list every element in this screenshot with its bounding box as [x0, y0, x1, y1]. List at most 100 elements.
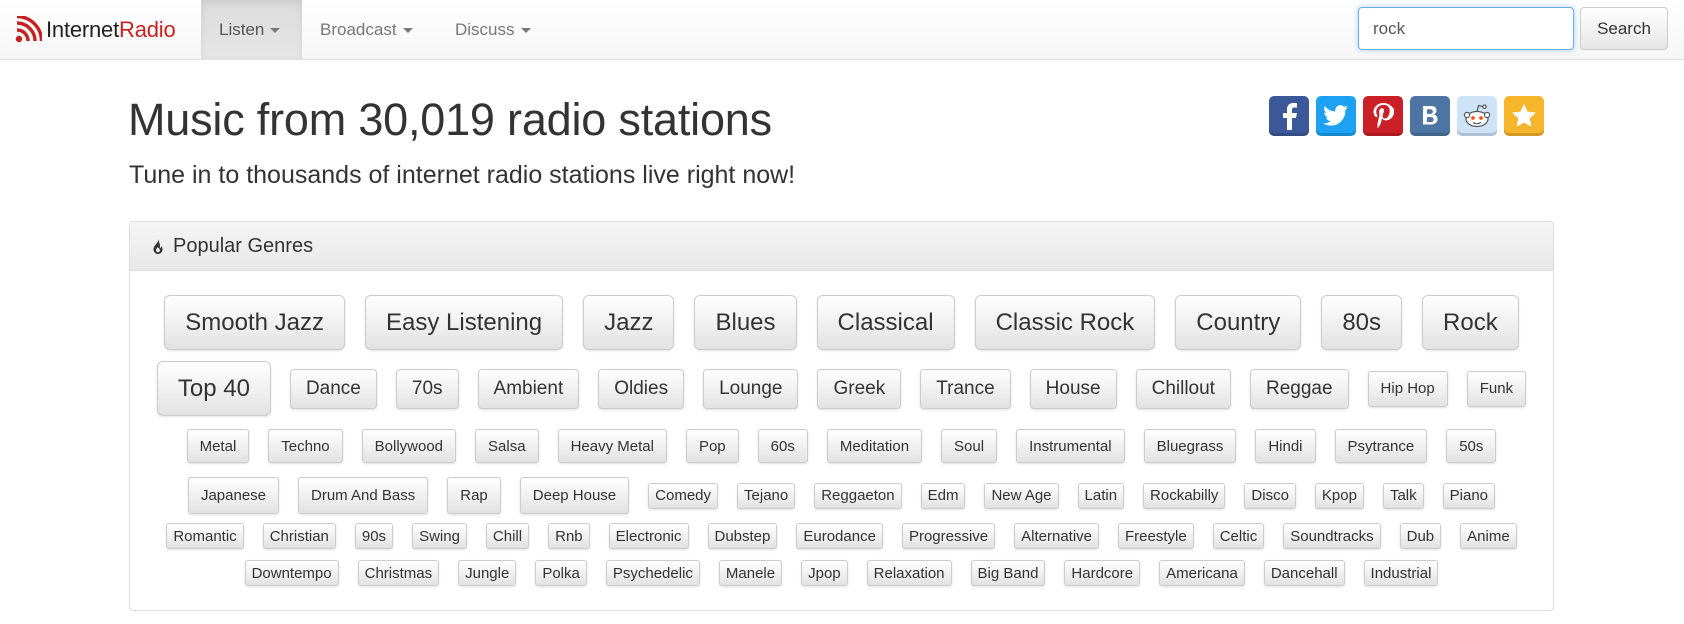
genre-button[interactable]: Talk [1382, 482, 1424, 509]
genre-button[interactable]: 80s [1321, 295, 1403, 350]
genre-button[interactable]: Bollywood [361, 429, 457, 463]
genre-button[interactable]: Big Band [970, 560, 1046, 586]
genre-button[interactable]: Jpop [801, 560, 848, 586]
genre-button[interactable]: Industrial [1363, 560, 1439, 586]
genre-button[interactable]: New Age [984, 482, 1059, 509]
genre-button[interactable]: Bluegrass [1143, 429, 1237, 463]
genre-button[interactable]: Chill [485, 523, 530, 549]
radio-waves-icon [15, 16, 42, 43]
brand-name-part1: Internet [46, 17, 120, 42]
genre-button[interactable]: Meditation [826, 429, 923, 463]
genre-button[interactable]: Eurodance [796, 523, 883, 549]
genre-button[interactable]: Christian [262, 523, 336, 549]
genre-button[interactable]: Techno [268, 429, 343, 463]
genre-row: Romantic Christian 90s Swing Chill Rnb E… [130, 523, 1553, 549]
genre-button[interactable]: 70s [395, 368, 459, 409]
genre-button[interactable]: Hindi [1255, 429, 1316, 463]
genre-button[interactable]: Soundtracks [1283, 523, 1381, 549]
favorite-star-icon[interactable] [1504, 96, 1544, 136]
genre-button[interactable]: 60s [757, 429, 808, 463]
genre-button[interactable]: Edm [920, 482, 966, 509]
genre-button[interactable]: 90s [354, 523, 394, 549]
genre-button[interactable]: Dance [289, 368, 377, 409]
genre-button[interactable]: Jungle [458, 560, 517, 586]
genre-button[interactable]: Romantic [166, 523, 244, 549]
genre-button[interactable]: Manele [718, 560, 783, 586]
genre-button[interactable]: Hardcore [1064, 560, 1141, 586]
nav-broadcast[interactable]: Broadcast [302, 0, 431, 60]
genre-button[interactable]: Easy Listening [365, 295, 564, 350]
genre-button[interactable]: Dubstep [707, 523, 778, 549]
genre-button[interactable]: Disco [1244, 482, 1296, 509]
genre-button[interactable]: Salsa [475, 429, 539, 463]
genre-button[interactable]: Reggaeton [814, 482, 902, 509]
genre-button[interactable]: Instrumental [1016, 429, 1125, 463]
genre-button[interactable]: Comedy [648, 482, 719, 509]
genre-button[interactable]: Progressive [901, 523, 996, 549]
genre-button[interactable]: Rnb [548, 523, 590, 549]
genre-button[interactable]: Psytrance [1334, 429, 1428, 463]
genre-button[interactable]: Top 40 [156, 361, 271, 416]
nav-discuss[interactable]: Discuss [437, 0, 549, 60]
genre-button[interactable]: Blues [694, 295, 797, 350]
genre-button[interactable]: Latin [1077, 482, 1125, 509]
facebook-icon[interactable] [1269, 96, 1309, 136]
share-buttons [1269, 96, 1544, 136]
genre-button[interactable]: Classical [816, 295, 955, 350]
genre-button[interactable]: Freestyle [1118, 523, 1194, 549]
genre-button[interactable]: Hip Hop [1367, 370, 1448, 407]
genre-button[interactable]: 50s [1446, 429, 1497, 463]
genre-button[interactable]: Downtempo [244, 560, 339, 586]
genre-button[interactable]: Swing [412, 523, 467, 549]
genre-button[interactable]: Alternative [1014, 523, 1100, 549]
genre-button[interactable]: Ambient [477, 368, 580, 409]
genre-row: Metal Techno Bollywood Salsa Heavy Metal… [130, 429, 1553, 463]
genre-button[interactable]: Electronic [608, 523, 689, 549]
genre-button[interactable]: Lounge [703, 368, 799, 409]
genre-button[interactable]: Psychedelic [605, 560, 700, 586]
genre-button[interactable]: Heavy Metal [557, 429, 667, 463]
genre-button[interactable]: Greek [817, 368, 902, 409]
genre-button[interactable]: Rockabilly [1143, 482, 1226, 509]
genre-button[interactable]: Classic Rock [974, 295, 1156, 350]
genre-button[interactable]: Reggae [1249, 368, 1349, 409]
search-input[interactable] [1358, 7, 1574, 50]
genre-button[interactable]: Relaxation [866, 560, 952, 586]
genre-button[interactable]: Chillout [1135, 368, 1231, 409]
genre-button[interactable]: Soul [941, 429, 998, 463]
genre-button[interactable]: Drum And Bass [298, 477, 429, 514]
genre-button[interactable]: Jazz [583, 295, 675, 350]
genre-button[interactable]: Funk [1466, 370, 1527, 407]
genre-button[interactable]: Dub [1399, 523, 1442, 549]
genre-button[interactable]: Smooth Jazz [164, 295, 346, 350]
genre-button[interactable]: Celtic [1212, 523, 1265, 549]
brand-logo[interactable]: InternetRadio [14, 12, 176, 48]
genre-button[interactable]: Anime [1460, 523, 1517, 549]
reddit-icon[interactable] [1457, 96, 1497, 136]
nav-listen[interactable]: Listen [201, 0, 302, 60]
genre-button[interactable]: Polka [535, 560, 587, 586]
genre-button[interactable]: Dancehall [1263, 560, 1345, 586]
genre-button[interactable]: Piano [1442, 482, 1496, 509]
genre-button[interactable]: Japanese [187, 477, 280, 514]
twitter-icon[interactable] [1316, 96, 1356, 136]
genre-button[interactable]: Tejano [737, 482, 796, 509]
genre-button[interactable]: Country [1175, 295, 1302, 350]
genre-button[interactable]: Rap [447, 477, 501, 514]
genre-button[interactable]: Kpop [1314, 482, 1364, 509]
caret-down-icon [270, 27, 281, 33]
genre-button[interactable]: Oldies [598, 368, 685, 409]
search-button[interactable]: Search [1580, 7, 1668, 50]
genre-button[interactable]: Trance [920, 368, 1011, 409]
vk-icon[interactable] [1410, 96, 1450, 136]
genre-button[interactable]: Rock [1422, 295, 1519, 350]
genre-button[interactable]: House [1029, 368, 1117, 409]
genre-button[interactable]: Christmas [357, 560, 440, 586]
genre-button[interactable]: Metal [186, 429, 250, 463]
panel-title: Popular Genres [173, 234, 314, 257]
genre-button[interactable]: Americana [1159, 560, 1245, 586]
genre-button[interactable]: Pop [685, 429, 739, 463]
pinterest-icon[interactable] [1363, 96, 1403, 136]
brand-name-part2: Radio [119, 17, 176, 42]
genre-button[interactable]: Deep House [519, 477, 630, 514]
